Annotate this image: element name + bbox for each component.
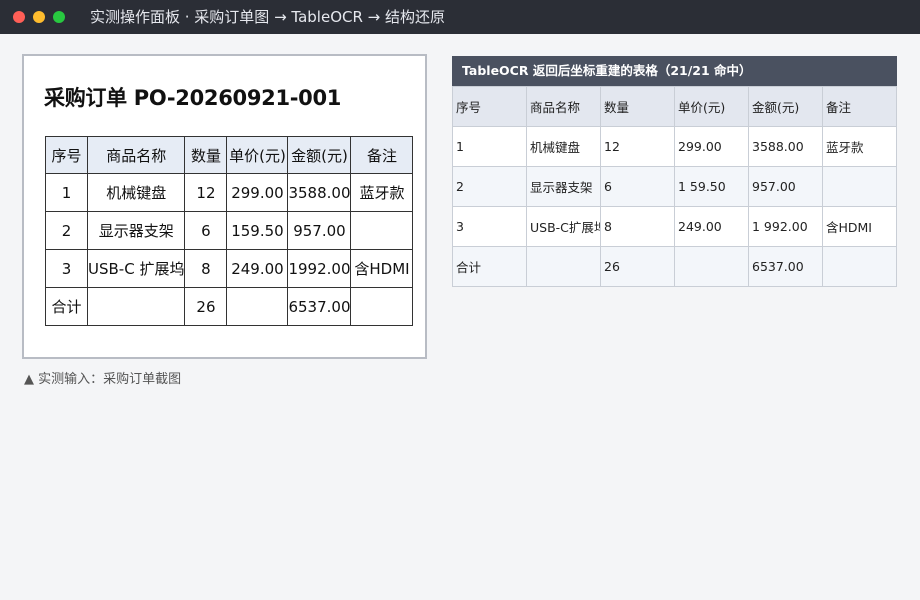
table-row: 2 显示器支架 6 1 59.50 957.00 (452, 166, 897, 207)
table-cell: 3 (452, 206, 527, 247)
table-cell: 8 (600, 206, 675, 247)
table-cell: 3 (45, 249, 88, 288)
table-cell: USB-C 扩展坞 (86, 249, 186, 288)
table-cell: 6 (600, 166, 675, 207)
table-cell: 蓝牙款 (822, 126, 897, 167)
column-header: 数量 (600, 86, 675, 127)
table-cell (526, 246, 601, 287)
table-cell: 2 (452, 166, 527, 207)
table-cell: 蓝牙款 (350, 173, 414, 212)
table-cell: 3588.00 (748, 126, 823, 167)
table-cell: 机械键盘 (526, 126, 601, 167)
column-header: 序号 (452, 86, 527, 127)
close-window-button[interactable] (13, 11, 25, 23)
table-cell (674, 246, 749, 287)
table-cell (822, 246, 897, 287)
column-header: 金额(元) (287, 136, 352, 174)
table-cell: 1 992.00 (748, 206, 823, 247)
table-cell: 机械键盘 (86, 173, 186, 212)
source-caption: ▲ 实测输入：采购订单截图 (24, 372, 182, 387)
table-cell: 957.00 (748, 166, 823, 207)
table-row: 1 机械键盘 12 299.00 3588.00 蓝牙款 (452, 126, 897, 167)
table-cell: 合计 (452, 246, 527, 287)
column-header: 备注 (822, 86, 897, 127)
column-header: 备注 (350, 136, 414, 174)
column-header: 序号 (45, 136, 88, 174)
table-cell: 12 (184, 173, 228, 212)
source-image-panel: 采购订单 PO-20260921-001 序号 商品名称 数量 单价(元) 金额(元) 备… (22, 54, 427, 359)
table-cell: 3588.00 (287, 173, 352, 212)
table-cell: 12 (600, 126, 675, 167)
result-header: TableOCR 返回后坐标重建的表格（21/21 命中） (452, 56, 897, 86)
table-cell: 1992.00 (287, 249, 352, 288)
table-row: 2 显示器支架 6 159.50 957.00 (45, 211, 414, 250)
table-row: 3 USB-C 扩展坞 8 249.00 1992.00 含HDMI (45, 249, 414, 288)
table-cell: 249.00 (674, 206, 749, 247)
table-cell: 249.00 (226, 249, 289, 288)
table-cell (822, 166, 897, 207)
table-cell: 合计 (45, 287, 88, 326)
table-cell: 26 (600, 246, 675, 287)
maximize-window-button[interactable] (53, 11, 65, 23)
table-cell: 6537.00 (748, 246, 823, 287)
table-row: 1 机械键盘 12 299.00 3588.00 蓝牙款 (45, 173, 414, 212)
table-cell: 显示器支架 (526, 166, 601, 207)
table-cell: USB-C扩展坞 (526, 206, 601, 247)
table-cell (226, 287, 289, 326)
window-title: 实测操作面板 · 采购订单图 → TableOCR → 结构还原 (90, 8, 446, 26)
table-cell: 1 59.50 (674, 166, 749, 207)
table-row: 3 USB-C扩展坞 8 249.00 1 992.00 含HDMI (452, 206, 897, 247)
table-cell (350, 211, 414, 250)
column-header: 金额(元) (748, 86, 823, 127)
table-cell: 299.00 (674, 126, 749, 167)
column-header: 单价(元) (674, 86, 749, 127)
column-header: 数量 (184, 136, 228, 174)
table-cell: 含HDMI (350, 249, 414, 288)
table-cell: 6537.00 (287, 287, 352, 326)
table-cell (86, 287, 186, 326)
table-cell: 299.00 (226, 173, 289, 212)
table-cell: 1 (452, 126, 527, 167)
table-header-row: 序号 商品名称 数量 单价(元) 金额(元) 备注 (45, 136, 414, 174)
table-cell: 26 (184, 287, 228, 326)
table-cell: 6 (184, 211, 228, 250)
purchase-order-title: 采购订单 PO-20260921-001 (44, 86, 342, 110)
table-cell: 8 (184, 249, 228, 288)
source-order-table: 序号 商品名称 数量 单价(元) 金额(元) 备注 1 机械键盘 12 299.00 3588.00… (45, 136, 414, 326)
table-header-row: 序号 商品名称 数量 单价(元) 金额(元) 备注 (452, 86, 897, 127)
table-row: 合计 26 6537.00 (45, 287, 414, 326)
reconstructed-table: 序号 商品名称 数量 单价(元) 金额(元) 备注 1 机械键盘 12 299.00 3588.00… (452, 86, 897, 287)
minimize-window-button[interactable] (33, 11, 45, 23)
ocr-result-panel: TableOCR 返回后坐标重建的表格（21/21 命中） 序号 商品名称 数量 单价… (452, 56, 897, 287)
table-cell: 159.50 (226, 211, 289, 250)
table-cell: 2 (45, 211, 88, 250)
table-cell (350, 287, 414, 326)
column-header: 商品名称 (526, 86, 601, 127)
title-bar: 实测操作面板 · 采购订单图 → TableOCR → 结构还原 (0, 0, 920, 34)
table-cell: 957.00 (287, 211, 352, 250)
table-row: 合计 26 6537.00 (452, 246, 897, 287)
table-cell: 显示器支架 (86, 211, 186, 250)
column-header: 商品名称 (86, 136, 186, 174)
table-cell: 1 (45, 173, 88, 212)
table-cell: 含HDMI (822, 206, 897, 247)
column-header: 单价(元) (226, 136, 289, 174)
